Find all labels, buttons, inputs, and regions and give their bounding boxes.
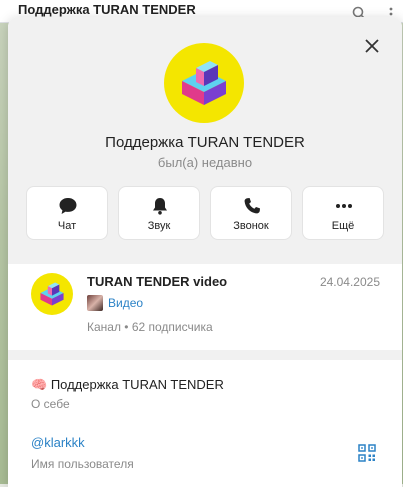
qr-code-icon[interactable]	[358, 444, 376, 462]
sound-button-label: Звук	[147, 220, 171, 232]
more-button[interactable]: Ещё	[302, 186, 384, 240]
more-icon	[336, 204, 352, 208]
profile-info: 🧠 Поддержка TURAN TENDER О себе @klarkkk…	[8, 360, 402, 487]
chat-icon	[59, 198, 77, 214]
channel-title: TURAN TENDER video	[87, 274, 228, 289]
call-button[interactable]: Звонок	[210, 186, 292, 240]
profile-name: Поддержка TURAN TENDER	[105, 134, 305, 151]
more-button-label: Ещё	[331, 220, 355, 232]
linked-channel[interactable]: TURAN TENDER video 24.04.2025 Видео Кана…	[8, 264, 402, 350]
chat-button-label: Чат	[57, 220, 77, 232]
profile-header: Поддержка TURAN TENDER был(а) недавно Ча…	[8, 17, 402, 254]
divider	[8, 254, 402, 264]
avatar	[164, 43, 244, 123]
channel-avatar	[31, 273, 73, 315]
about-label: О себе	[31, 397, 70, 411]
turan-logo-icon	[40, 282, 64, 306]
about-text-value: Поддержка TURAN TENDER	[50, 377, 224, 392]
username-link[interactable]: @klarkkk	[31, 435, 85, 450]
action-bar: Чат Звук Звонок Ещё	[26, 186, 386, 240]
sound-button[interactable]: Звук	[118, 186, 200, 240]
call-button-label: Звонок	[233, 220, 269, 232]
profile-modal: Поддержка TURAN TENDER был(а) недавно Ча…	[8, 17, 402, 487]
phone-icon	[244, 198, 260, 214]
chat-button[interactable]: Чат	[26, 186, 108, 240]
username-label: Имя пользователя	[31, 457, 134, 471]
channel-last-message: Видео	[108, 296, 144, 310]
channel-date: 24.04.2025	[319, 275, 380, 289]
about-text[interactable]: 🧠 Поддержка TURAN TENDER	[31, 377, 224, 393]
bell-icon	[153, 198, 167, 215]
profile-status: был(а) недавно	[157, 155, 253, 170]
brain-emoji: 🧠	[31, 377, 48, 392]
close-icon[interactable]	[363, 37, 381, 55]
divider	[8, 350, 402, 360]
video-thumbnail	[87, 295, 103, 311]
channel-meta: Канал • 62 подписчика	[87, 320, 213, 334]
turan-logo-icon	[182, 61, 226, 105]
chat-title: Поддержка TURAN TENDER	[18, 2, 196, 17]
